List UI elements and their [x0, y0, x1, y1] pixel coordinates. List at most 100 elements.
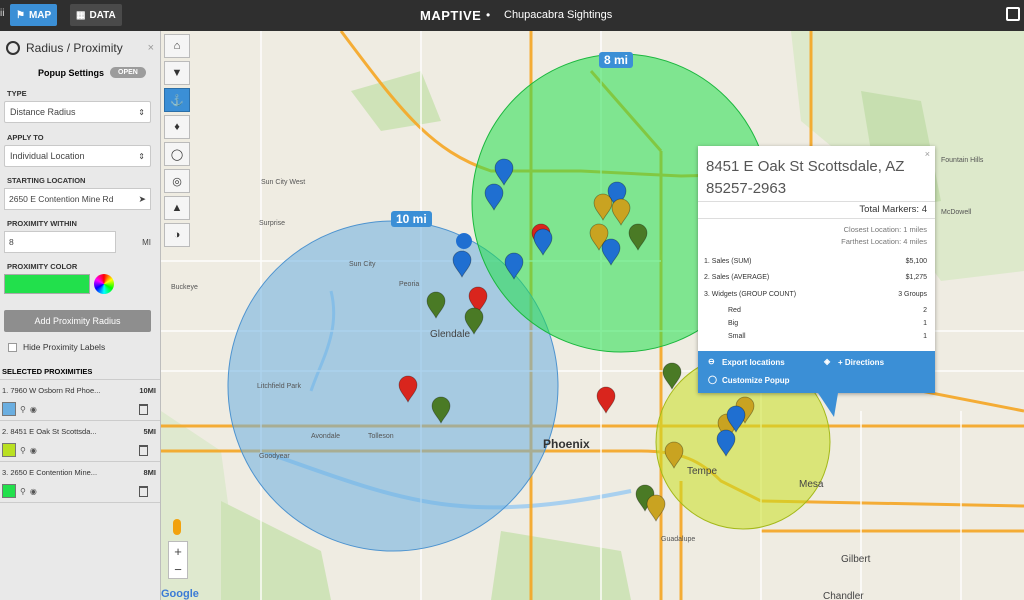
popup-group-row: Small 1: [728, 333, 927, 340]
map-pin[interactable]: [452, 250, 472, 278]
map-pin[interactable]: [596, 386, 616, 414]
map-icon: ⚑: [16, 9, 25, 21]
tab-map[interactable]: ⚑ MAP: [10, 4, 58, 26]
filter-icon[interactable]: ▼: [164, 61, 190, 85]
proximity-item-distance: 10MI: [139, 386, 156, 395]
map-pin[interactable]: [484, 183, 504, 211]
popup-stat-value: 3 Groups: [898, 291, 927, 298]
hide-proximity-labels-row[interactable]: Hide Proximity Labels: [8, 342, 160, 352]
city-label: Mesa: [799, 479, 824, 490]
map-pin[interactable]: [398, 375, 418, 403]
map-pin[interactable]: [504, 252, 524, 280]
directions-link[interactable]: + Directions: [838, 358, 884, 367]
locate-arrow-icon[interactable]: ➤: [138, 194, 146, 205]
map-pin[interactable]: [431, 396, 451, 424]
customize-popup-link[interactable]: Customize Popup: [722, 376, 790, 385]
proximity-item[interactable]: 3. 2650 E Contention Mine... 8MI ⚲ ◉: [0, 462, 160, 503]
trash-icon[interactable]: [139, 444, 148, 456]
directions-icon: ◈: [824, 357, 831, 366]
type-select[interactable]: Distance Radius ⇕: [4, 101, 151, 123]
close-icon[interactable]: ×: [148, 42, 154, 54]
city-label: Goodyear: [259, 453, 290, 460]
route-icon[interactable]: ♦: [164, 115, 190, 139]
map-title: Chupacabra Sightings: [504, 9, 613, 21]
map-canvas[interactable]: 10 mi 8 mi Phoenix Glendale Tempe Mesa G…: [161, 31, 1024, 600]
map-pin[interactable]: [533, 228, 553, 256]
apply-to-select[interactable]: Individual Location ⇕: [4, 145, 151, 167]
chart-icon[interactable]: ◑: [164, 223, 190, 247]
filter-icon[interactable]: ⚲: [20, 446, 26, 455]
visibility-icon[interactable]: ◉: [30, 405, 37, 414]
proximity-color-swatch[interactable]: [4, 274, 90, 294]
proximity-item-swatch[interactable]: [2, 443, 16, 457]
proximity-color-row: [4, 274, 151, 294]
menu-icon[interactable]: ii: [0, 8, 4, 19]
city-label: Gilbert: [841, 554, 871, 565]
proximity-item-swatch[interactable]: [2, 484, 16, 498]
type-label: TYPE: [7, 89, 27, 98]
add-proximity-radius-button[interactable]: Add Proximity Radius: [4, 310, 151, 332]
filter-icon[interactable]: ⚲: [20, 405, 26, 414]
color-wheel-icon[interactable]: [94, 274, 114, 294]
map-pin[interactable]: [716, 429, 736, 457]
apply-to-value: Individual Location: [10, 151, 85, 161]
city-label: Guadalupe: [661, 536, 696, 543]
trash-icon[interactable]: [139, 403, 148, 415]
book-icon[interactable]: [1006, 7, 1020, 21]
city-label: Litchfield Park: [257, 383, 301, 390]
popup-address: 8451 E Oak St Scottsdale, AZ 85257-2963: [706, 158, 905, 197]
map-pin[interactable]: [664, 441, 684, 469]
shape-icon[interactable]: ◯: [164, 142, 190, 166]
target-icon[interactable]: ◎: [164, 169, 190, 193]
map-pin[interactable]: [628, 223, 648, 251]
tab-data[interactable]: ▦ DATA: [70, 4, 122, 26]
proximity-item[interactable]: 2. 8451 E Oak St Scottsda... 5MI ⚲ ◉: [0, 421, 160, 462]
panel-header: Radius / Proximity ×: [0, 31, 160, 65]
proximity-item-name: 3. 2650 E Contention Mine...: [2, 468, 98, 477]
proximity-item[interactable]: 1. 7960 W Osborn Rd Phoe... 10MI ⚲ ◉: [0, 380, 160, 421]
pegman-icon[interactable]: [173, 519, 181, 535]
map-pin[interactable]: [593, 193, 613, 221]
export-locations-link[interactable]: Export locations: [722, 358, 785, 367]
filter-icon[interactable]: ⚲: [20, 487, 26, 496]
proximity-within-value: 8: [9, 237, 14, 247]
popup-group-value: 1: [923, 333, 927, 340]
panel-title: Radius / Proximity: [26, 41, 123, 55]
hide-labels-checkbox[interactable]: [8, 342, 17, 352]
select-arrows-icon: ⇕: [138, 107, 145, 117]
zoom-out-button[interactable]: −: [169, 560, 187, 578]
map-pin[interactable]: [601, 238, 621, 266]
popup-group-row: Big 1: [728, 320, 927, 327]
proximity-item-swatch[interactable]: [2, 402, 16, 416]
popup-stat-row: 1. Sales (SUM) $5,100: [704, 258, 927, 265]
proximity-item-name: 1. 7960 W Osborn Rd Phoe...: [2, 386, 101, 395]
heatmap-icon[interactable]: ▲: [164, 196, 190, 220]
city-label: Surprise: [259, 220, 286, 227]
zoom-control: + −: [168, 541, 188, 579]
map-pin[interactable]: [646, 494, 666, 522]
anchor-icon[interactable]: ⚓: [164, 88, 190, 112]
trash-icon[interactable]: [139, 485, 148, 497]
city-label: Avondale: [311, 433, 341, 440]
starting-location-input[interactable]: 2650 E Contention Mine Rd ➤: [4, 188, 151, 210]
google-logo: Google: [161, 588, 199, 600]
proximity-within-input[interactable]: 8: [4, 231, 116, 253]
proximity-item-distance: 5MI: [143, 427, 156, 436]
map-pin[interactable]: [426, 291, 446, 319]
open-popup-settings-button[interactable]: OPEN: [110, 67, 146, 78]
zoom-in-button[interactable]: +: [169, 542, 187, 560]
tag-icon[interactable]: ⌂: [164, 34, 190, 58]
title-separator: •: [486, 8, 491, 22]
export-icon: ⊖: [708, 357, 715, 366]
city-label: Glendale: [430, 329, 471, 340]
table-icon: ▦: [76, 9, 86, 21]
map-pin[interactable]: [662, 362, 682, 390]
starting-location-label: STARTING LOCATION: [7, 176, 86, 185]
map-pin[interactable]: [611, 198, 631, 226]
visibility-icon[interactable]: ◉: [30, 487, 37, 496]
map-pin[interactable]: [494, 158, 514, 186]
popup-settings-label: Popup Settings: [38, 67, 104, 78]
popup-settings-row: Popup Settings OPEN: [0, 65, 160, 78]
visibility-icon[interactable]: ◉: [30, 446, 37, 455]
popup-stat-label: 1. Sales (SUM): [704, 258, 752, 265]
